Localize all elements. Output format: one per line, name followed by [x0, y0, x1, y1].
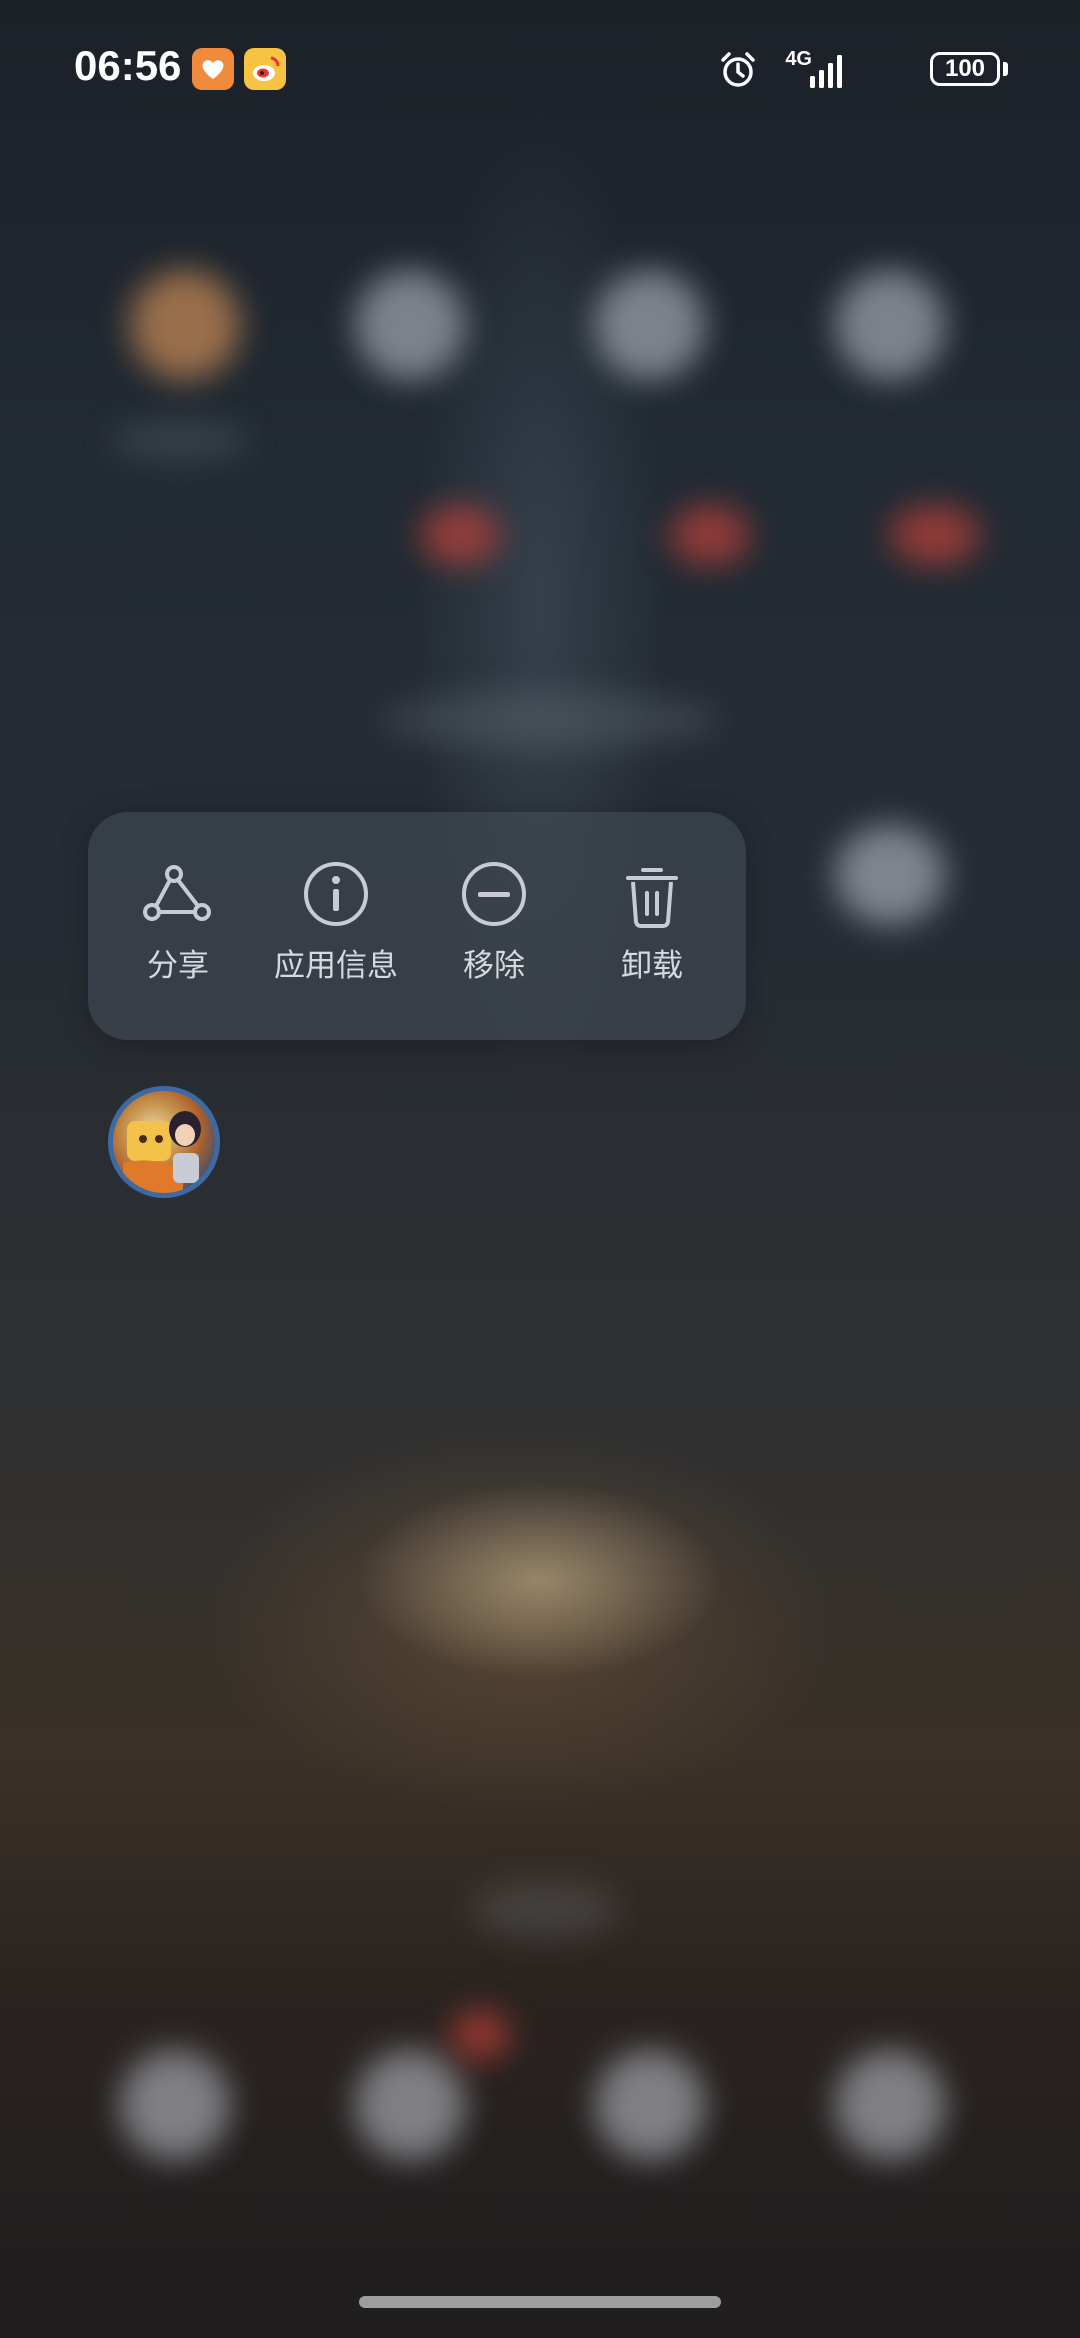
status-time: 06:56 — [74, 42, 182, 89]
game-app-icon[interactable] — [108, 1086, 220, 1198]
home-screen: 06:56 4G 100 分享 应用信息 移除 卸载 — [0, 0, 1080, 2338]
remove-icon — [462, 862, 526, 926]
remove-button[interactable]: 移除 — [415, 860, 573, 1000]
app-context-menu: 分享 应用信息 移除 卸载 — [88, 812, 746, 1040]
uninstall-button[interactable]: 卸载 — [573, 860, 731, 1000]
share-button[interactable]: 分享 — [99, 860, 257, 1000]
trash-icon — [626, 868, 678, 928]
share-icon — [143, 865, 211, 921]
info-icon — [304, 862, 368, 926]
health-app-icon — [192, 48, 234, 90]
weibo-app-icon — [244, 48, 286, 90]
share-label: 分享 — [147, 948, 209, 984]
app-info-label: 应用信息 — [274, 948, 398, 984]
status-right-group: 4G 100 — [708, 46, 1008, 94]
status-bar: 06:56 4G 100 — [0, 0, 1080, 140]
uninstall-label: 卸载 — [621, 948, 683, 984]
alarm-icon — [721, 52, 755, 87]
home-indicator[interactable] — [359, 2296, 721, 2308]
remove-label: 移除 — [463, 948, 525, 984]
app-info-button[interactable]: 应用信息 — [257, 860, 415, 1000]
signal-icon — [810, 55, 842, 88]
battery-level: 100 — [930, 52, 1000, 86]
